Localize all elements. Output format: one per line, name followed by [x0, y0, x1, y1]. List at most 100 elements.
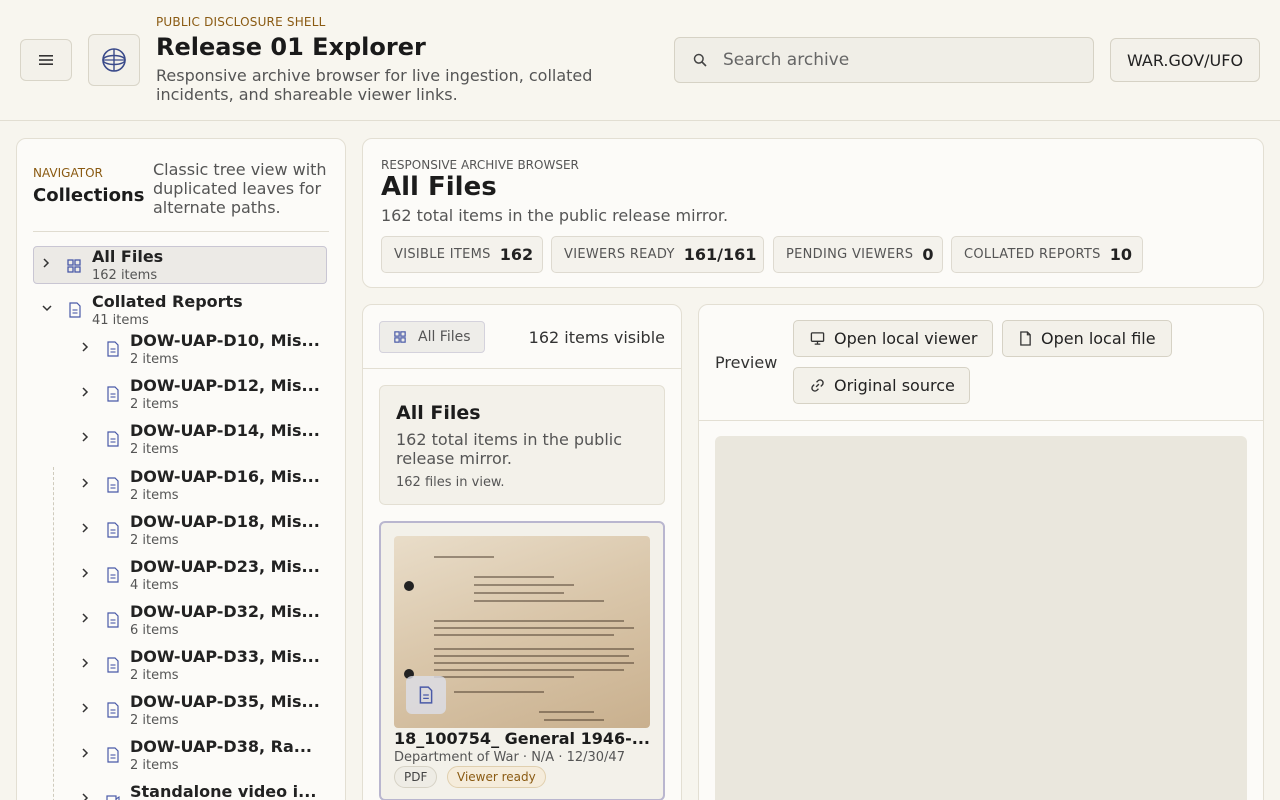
tree-item-title: All Files: [92, 247, 164, 266]
app-logo: [88, 34, 140, 86]
document-icon: [107, 386, 119, 402]
file-card-selected[interactable]: 18_100754_ General 1946-... Department o…: [379, 521, 665, 800]
chevron-right-icon[interactable]: [79, 747, 91, 759]
breadcrumb-all-files[interactable]: All Files: [379, 321, 485, 353]
chevron-right-icon[interactable]: [79, 657, 91, 669]
tree-item-report[interactable]: DOW-UAP-D10, Mis... 2 items: [33, 331, 327, 369]
file-type-badge: PDF: [394, 766, 438, 788]
document-icon: [69, 302, 81, 318]
folder-summary-card[interactable]: All Files 162 total items in the public …: [379, 385, 665, 505]
chevron-right-icon[interactable]: [79, 702, 91, 714]
tree-item-report[interactable]: DOW-UAP-D14, Mis... 2 items: [33, 421, 327, 459]
button-label: Open local file: [1041, 329, 1156, 348]
tree-item-count: 2 items: [130, 713, 179, 728]
hamburger-icon: [39, 55, 53, 65]
grid-icon: [67, 259, 81, 273]
open-local-file-button[interactable]: Open local file: [1002, 320, 1172, 357]
monitor-icon: [810, 332, 825, 345]
tree-item-title: DOW-UAP-D16, Mis...: [130, 467, 320, 486]
button-label: Original source: [834, 376, 955, 395]
tree-item-collated-reports[interactable]: Collated Reports 41 items: [33, 292, 327, 330]
tree-item-all-files[interactable]: All Files 162 items: [33, 246, 327, 284]
tree-item-title: DOW-UAP-D35, Mis...: [130, 692, 320, 711]
chevron-right-icon[interactable]: [79, 792, 91, 800]
tree-item-report[interactable]: DOW-UAP-D18, Mis... 2 items: [33, 512, 327, 550]
search-input[interactable]: [723, 50, 1063, 70]
chevron-down-icon[interactable]: [41, 302, 53, 314]
tree-item-report[interactable]: DOW-UAP-D23, Mis... 4 items: [33, 557, 327, 595]
search-box[interactable]: [674, 37, 1094, 83]
grid-icon: [394, 331, 406, 343]
preview-label: Preview: [715, 353, 778, 372]
video-icon: [106, 795, 120, 800]
file-meta: Department of War · N/A · 12/30/47: [394, 750, 625, 765]
chevron-right-icon[interactable]: [79, 522, 91, 534]
search-icon: [693, 53, 707, 67]
tree-item-report[interactable]: DOW-UAP-D16, Mis... 2 items: [33, 467, 327, 505]
file-icon: [1020, 331, 1031, 346]
app-header: PUBLIC DISCLOSURE SHELL Release 01 Explo…: [0, 0, 1280, 121]
open-local-viewer-button[interactable]: Open local viewer: [793, 320, 993, 357]
tree-item-standalone-video[interactable]: Standalone video i...: [33, 782, 327, 800]
chevron-right-icon[interactable]: [79, 477, 91, 489]
breadcrumb-label: All Files: [418, 329, 471, 345]
tree-item-title: DOW-UAP-D38, Ra...: [130, 737, 312, 756]
navigator-eyebrow: NAVIGATOR: [33, 166, 103, 180]
tree-item-title: DOW-UAP-D10, Mis...: [130, 331, 320, 350]
tree-item-report[interactable]: DOW-UAP-D12, Mis... 2 items: [33, 376, 327, 414]
chevron-right-icon[interactable]: [40, 257, 52, 269]
tree-item-report[interactable]: DOW-UAP-D32, Mis... 6 items: [33, 602, 327, 640]
header-eyebrow: PUBLIC DISCLOSURE SHELL: [156, 15, 326, 29]
site-link-button[interactable]: WAR.GOV/UFO: [1110, 38, 1260, 82]
chevron-right-icon[interactable]: [79, 386, 91, 398]
preview-canvas[interactable]: [715, 436, 1247, 800]
stat-value: 10: [1109, 245, 1132, 264]
tree-item-report[interactable]: DOW-UAP-D33, Mis... 2 items: [33, 647, 327, 685]
preview-panel: Preview Open local viewer Open local fil…: [698, 304, 1264, 800]
app-subtitle: Responsive archive browser for live inge…: [156, 66, 593, 104]
chevron-right-icon[interactable]: [79, 567, 91, 579]
app-title: Release 01 Explorer: [156, 33, 426, 61]
stat-value: 0: [922, 245, 934, 264]
chevron-right-icon[interactable]: [79, 431, 91, 443]
viewer-status-badge: Viewer ready: [447, 766, 546, 788]
original-source-button[interactable]: Original source: [793, 367, 970, 404]
folder-file-count: 162 files in view.: [396, 475, 505, 490]
tree-item-count: 2 items: [130, 442, 179, 457]
collections-description: Classic tree view with duplicated leaves…: [153, 160, 327, 217]
tree-item-count: 162 items: [92, 268, 158, 283]
chevron-right-icon[interactable]: [79, 612, 91, 624]
tree-item-title: DOW-UAP-D32, Mis...: [130, 602, 320, 621]
pdf-badge: [406, 676, 446, 714]
divider: [363, 368, 681, 369]
tree-item-count: 2 items: [130, 533, 179, 548]
tree-item-count: 2 items: [130, 352, 179, 367]
items-visible-count: 162 items visible: [528, 328, 665, 347]
folder-subtitle: 162 total items in the public release mi…: [396, 430, 623, 468]
page-subtitle: 162 total items in the public release mi…: [381, 206, 729, 225]
chevron-right-icon[interactable]: [79, 341, 91, 353]
tree-item-count: 4 items: [130, 578, 179, 593]
document-icon: [107, 431, 119, 447]
stat-label: VISIBLE ITEMS: [394, 247, 491, 262]
tree-item-title: DOW-UAP-D23, Mis...: [130, 557, 320, 576]
document-icon: [107, 567, 119, 583]
collections-title: Collections: [33, 185, 145, 206]
menu-button[interactable]: [20, 39, 72, 81]
divider: [699, 420, 1263, 421]
page-title: All Files: [381, 172, 497, 202]
stat-viewers-ready: VIEWERS READY 161/161: [551, 236, 764, 273]
browser-eyebrow: RESPONSIVE ARCHIVE BROWSER: [381, 158, 579, 172]
tree-item-title: DOW-UAP-D14, Mis...: [130, 421, 320, 440]
tree-item-report[interactable]: DOW-UAP-D35, Mis... 2 items: [33, 692, 327, 730]
stat-collated-reports: COLLATED REPORTS 10: [951, 236, 1143, 273]
folder-title: All Files: [396, 402, 481, 424]
tree-item-count: 2 items: [130, 397, 179, 412]
document-thumbnail: [394, 536, 650, 728]
document-icon: [107, 522, 119, 538]
stat-label: COLLATED REPORTS: [964, 247, 1101, 262]
tree-item-report[interactable]: DOW-UAP-D38, Ra... 2 items: [33, 737, 327, 775]
tree-item-count: 2 items: [130, 668, 179, 683]
document-icon: [107, 702, 119, 718]
file-list-panel: All Files 162 items visible All Files 16…: [362, 304, 682, 800]
